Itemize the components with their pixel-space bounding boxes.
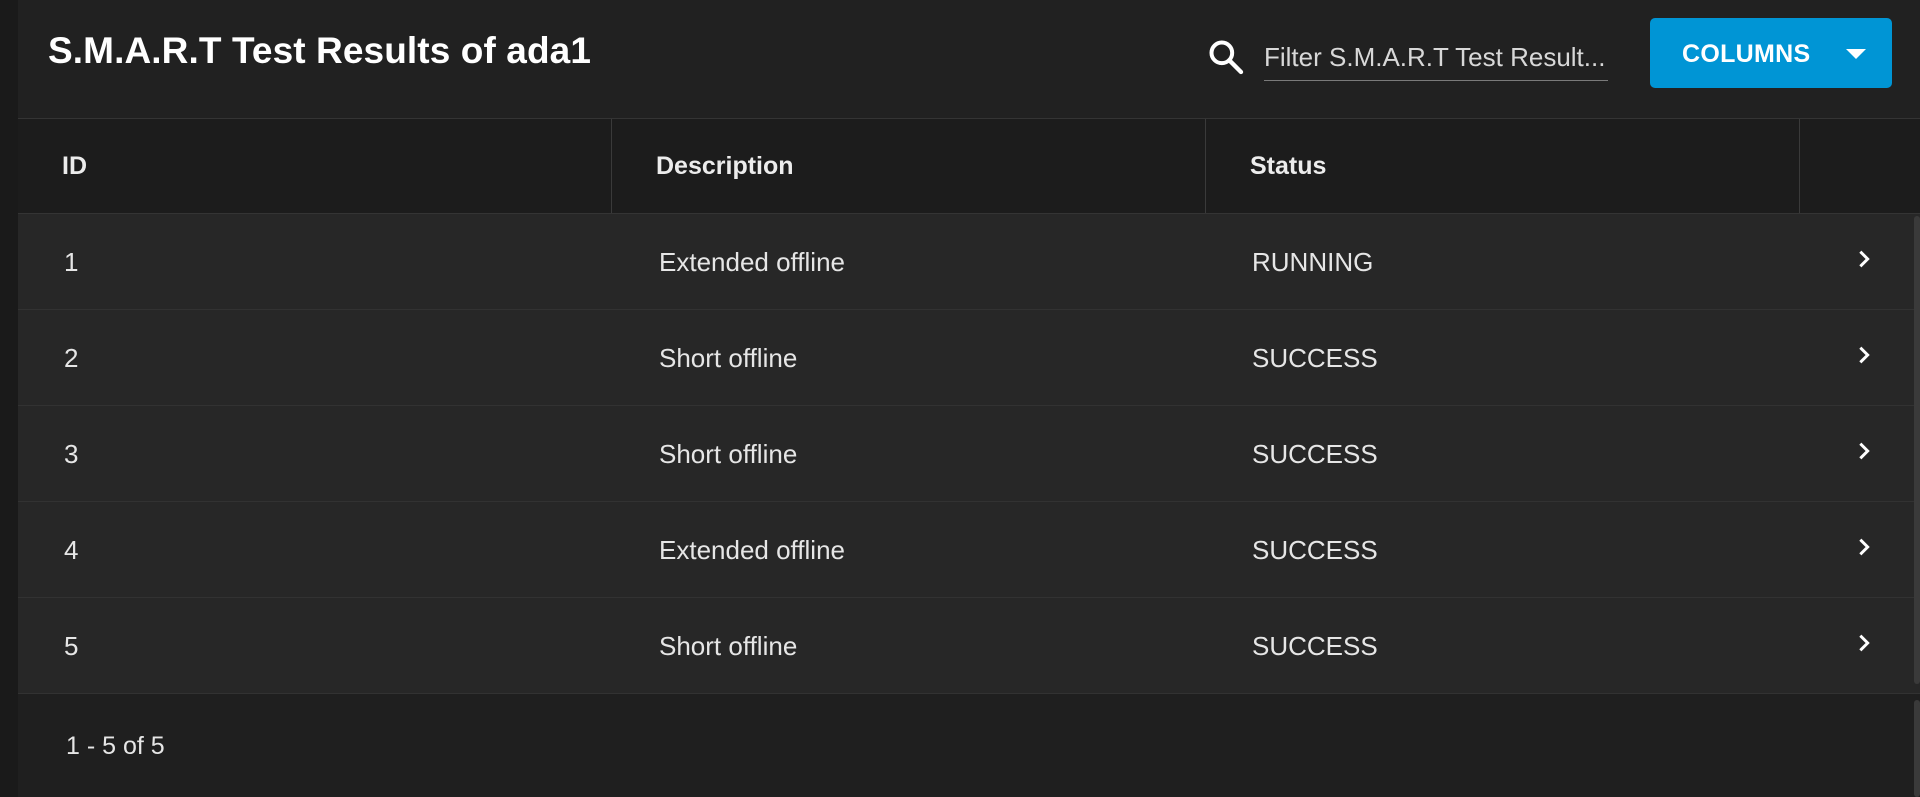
cell-description: Extended offline — [659, 247, 845, 277]
cell-id: 2 — [64, 343, 79, 373]
cell-id: 4 — [64, 535, 79, 565]
table-header: ID Description Status — [18, 119, 1920, 214]
card-header: S.M.A.R.T Test Results of ada1 COLUMNS — [18, 0, 1920, 119]
cell-status: SUCCESS — [1252, 439, 1378, 469]
column-header-label: Description — [656, 152, 794, 180]
column-header-description[interactable]: Description — [612, 119, 1206, 213]
cell-id: 1 — [64, 247, 79, 277]
cell-description: Short offline — [659, 439, 798, 469]
column-header-status[interactable]: Status — [1206, 119, 1800, 213]
sidebar-edge — [0, 0, 18, 797]
cell-status: SUCCESS — [1252, 535, 1378, 565]
table-body: 1 Extended offline RUNNING 2 Short offli… — [18, 214, 1920, 694]
cell-id: 5 — [64, 631, 79, 661]
column-header-id[interactable]: ID — [18, 119, 612, 213]
table-row[interactable]: 1 Extended offline RUNNING — [18, 214, 1920, 310]
cell-description: Short offline — [659, 343, 798, 373]
chevron-right-icon[interactable] — [1854, 632, 1874, 654]
column-header-label: ID — [62, 152, 87, 180]
page-scrollbar[interactable] — [1914, 700, 1920, 797]
table-row[interactable]: 2 Short offline SUCCESS — [18, 310, 1920, 406]
cell-description: Extended offline — [659, 535, 845, 565]
columns-button[interactable]: COLUMNS — [1650, 18, 1892, 88]
chevron-right-icon[interactable] — [1854, 440, 1874, 462]
page-title: S.M.A.R.T Test Results of ada1 — [48, 30, 592, 71]
cell-status: SUCCESS — [1252, 631, 1378, 661]
filter-search-input[interactable] — [1264, 34, 1608, 81]
table-scrollbar[interactable] — [1914, 216, 1920, 684]
chevron-right-icon[interactable] — [1854, 248, 1874, 270]
cell-status: SUCCESS — [1252, 343, 1378, 373]
pagination-range: 1 - 5 of 5 — [66, 732, 165, 760]
table-row[interactable]: 4 Extended offline SUCCESS — [18, 502, 1920, 598]
smart-results-card: S.M.A.R.T Test Results of ada1 COLUMNS I… — [18, 0, 1920, 797]
chevron-right-icon[interactable] — [1854, 536, 1874, 558]
cell-status: RUNNING — [1252, 247, 1374, 277]
search-icon[interactable] — [1206, 37, 1246, 77]
columns-button-label: COLUMNS — [1682, 40, 1811, 68]
column-header-label: Status — [1250, 152, 1327, 180]
cell-id: 3 — [64, 439, 79, 469]
table-row[interactable]: 3 Short offline SUCCESS — [18, 406, 1920, 502]
cell-description: Short offline — [659, 631, 798, 661]
table-footer: 1 - 5 of 5 — [18, 697, 1920, 797]
caret-down-icon — [1846, 49, 1866, 59]
chevron-right-icon[interactable] — [1854, 344, 1874, 366]
table-row[interactable]: 5 Short offline SUCCESS — [18, 598, 1920, 694]
